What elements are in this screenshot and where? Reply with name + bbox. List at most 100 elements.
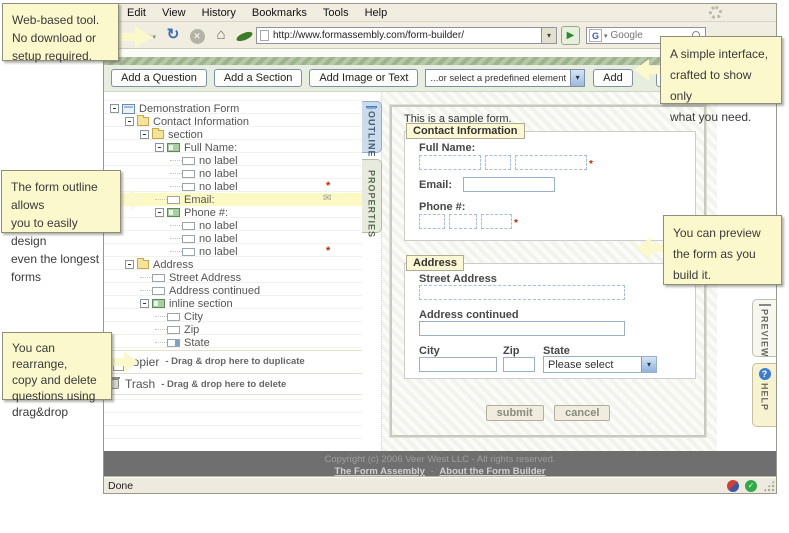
tree-connector (170, 251, 182, 252)
tree-item-zip[interactable]: Zip (104, 323, 362, 336)
submit-button[interactable]: submit (485, 405, 544, 421)
chevron-down-icon: ▾ (570, 70, 585, 86)
status-ok-icon: ✓ (745, 479, 757, 492)
tree-item-street-address[interactable]: Street Address (104, 271, 362, 284)
collapse-icon[interactable] (155, 208, 164, 217)
preview-icon (758, 304, 771, 306)
menu-bookmarks[interactable]: Bookmarks (244, 7, 315, 19)
stop-button[interactable]: ✕ (188, 26, 206, 44)
collapse-icon[interactable] (140, 130, 149, 139)
address-legend: Address (406, 255, 465, 271)
tree-item-no-label[interactable]: no label (104, 219, 362, 232)
tab-outline[interactable]: OUTLINE (362, 101, 382, 158)
select-input-icon (167, 338, 180, 347)
activity-indicator-icon (709, 6, 722, 19)
tree-item-no-label[interactable]: no label (104, 167, 362, 180)
add-section-button[interactable]: Add a Section (213, 69, 303, 87)
text-input-icon (182, 156, 195, 165)
form-assembly-link[interactable]: The Form Assembly (335, 466, 425, 477)
full-name-first-input[interactable] (419, 155, 481, 170)
copier-dropzone[interactable]: Copier - Drag & drop here to duplicate (104, 350, 362, 372)
tree-item-no-label[interactable]: no label (104, 154, 362, 167)
tab-help[interactable]: ? HELP (752, 363, 776, 427)
menu-tools[interactable]: Tools (315, 7, 357, 19)
collapse-icon[interactable] (125, 117, 134, 126)
state-select[interactable]: Please select ▾ (543, 356, 657, 373)
tree-item-address[interactable]: Address (104, 258, 362, 271)
full-name-middle-input[interactable] (485, 155, 511, 170)
status-bar: Done ✓ (104, 477, 776, 493)
address-continued-input[interactable] (419, 321, 625, 336)
city-input[interactable] (419, 357, 497, 372)
tree-item-no-label[interactable]: no label * (104, 180, 362, 193)
add-image-text-button[interactable]: Add Image or Text (309, 69, 419, 87)
add-question-button[interactable]: Add a Question (111, 69, 207, 87)
phone-prefix-input[interactable] (449, 214, 477, 229)
menu-history[interactable]: History (194, 7, 244, 19)
tree-item-contact-information[interactable]: Contact Information (104, 115, 362, 128)
required-icon: * (326, 180, 331, 192)
tree-item-no-label[interactable]: no label (104, 232, 362, 245)
google-icon: G (589, 29, 602, 42)
trash-dropzone[interactable]: Trash - Drag & drop here to delete (104, 373, 362, 395)
screenshot-stage: Edit View History Bookmarks Tools Help ▶… (0, 0, 789, 533)
tree-item-state[interactable]: State (104, 336, 362, 349)
cancel-button[interactable]: cancel (554, 405, 611, 421)
folder-icon (137, 115, 149, 126)
url-input[interactable] (273, 30, 541, 41)
mail-icon: ✉ (323, 193, 332, 204)
tree-connector (155, 316, 167, 317)
outline-tree: Demonstration Form Contact Information s… (104, 92, 362, 349)
street-address-input[interactable] (419, 285, 625, 300)
trash-icon (110, 377, 120, 389)
page-icon (260, 30, 269, 41)
status-text: Done (108, 479, 134, 492)
tree-item-inline-section[interactable]: inline section (104, 297, 362, 310)
tab-properties[interactable]: PROPERTIES (362, 159, 382, 238)
form-icon (122, 103, 135, 114)
tree-connector (140, 290, 152, 291)
about-form-builder-link[interactable]: About the Form Builder (439, 466, 545, 477)
help-icon: ? (758, 368, 771, 380)
menu-bar: Edit View History Bookmarks Tools Help (104, 4, 776, 22)
home-button[interactable]: ⌂ (212, 26, 230, 44)
zip-label: Zip (503, 345, 520, 357)
reload-button[interactable]: ↻ (164, 26, 182, 44)
tree-connector (170, 160, 182, 161)
page-footer: Copyright (c) 2006 Veer West LLC - All r… (104, 451, 776, 479)
resize-grip[interactable] (763, 479, 775, 492)
tree-item-address-continued[interactable]: Address continued (104, 284, 362, 297)
collapse-icon[interactable] (125, 260, 134, 269)
phone-area-input[interactable] (419, 214, 445, 229)
full-name-last-input[interactable] (515, 155, 587, 170)
zip-input[interactable] (503, 357, 535, 372)
text-input-icon (167, 195, 180, 204)
predefined-element-select[interactable]: ...or select a predefined element ▾ (425, 69, 586, 87)
collapse-icon[interactable] (110, 104, 119, 113)
text-input-icon (182, 169, 195, 178)
extension-icon[interactable] (727, 479, 739, 492)
multi-field-icon (167, 143, 180, 152)
multi-field-icon (167, 208, 180, 217)
tree-item-demonstration-form[interactable]: Demonstration Form (104, 102, 362, 115)
phone-line-input[interactable] (481, 214, 512, 229)
chevron-down-icon: ▾ (152, 34, 156, 41)
tree-item-section[interactable]: section (104, 128, 362, 141)
tree-item-full-name[interactable]: Full Name: (104, 141, 362, 154)
callout-form-outline: The form outline allows you to easily de… (1, 170, 121, 284)
email-input[interactable] (463, 177, 555, 192)
tree-item-phone[interactable]: Phone #: (104, 206, 362, 219)
url-history-dropdown[interactable]: ▾ (542, 27, 557, 44)
collapse-icon[interactable] (155, 143, 164, 152)
tree-item-city[interactable]: City (104, 310, 362, 323)
text-input-icon (182, 221, 195, 230)
add-button[interactable]: Add (593, 69, 633, 87)
menu-edit[interactable]: Edit (119, 7, 154, 19)
collapse-icon[interactable] (140, 299, 149, 308)
tree-item-no-label[interactable]: no label * (104, 245, 362, 258)
menu-view[interactable]: View (154, 7, 194, 19)
go-button[interactable]: ▶ (561, 26, 580, 45)
menu-help[interactable]: Help (357, 7, 396, 19)
text-input-icon (152, 273, 165, 282)
tab-preview[interactable]: PREVIEW (752, 299, 776, 358)
